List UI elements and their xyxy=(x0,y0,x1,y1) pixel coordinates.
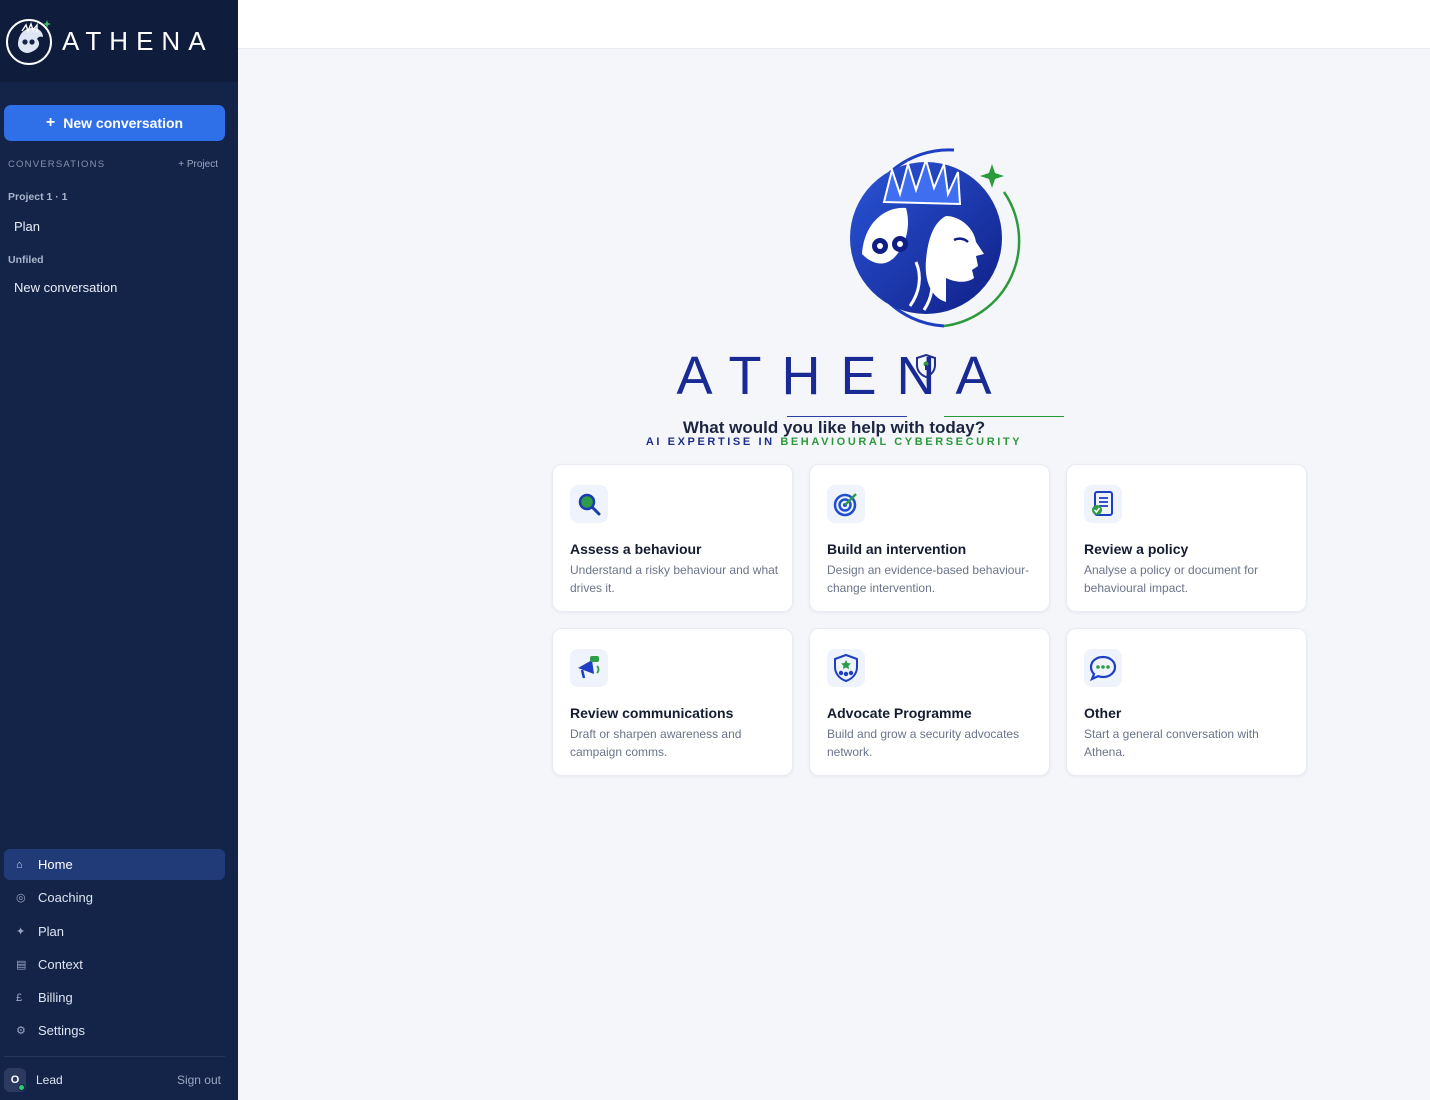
card-title: Advocate Programme xyxy=(827,705,972,721)
nav-label: Settings xyxy=(38,1023,85,1039)
brand-name: ATHENA xyxy=(62,25,214,56)
nav-label: Home xyxy=(38,857,73,872)
chat-bubble-icon xyxy=(1084,649,1122,687)
card-title: Build an intervention xyxy=(827,541,967,557)
card-description: Build and grow a security advocates netw… xyxy=(827,727,1020,759)
policy-document-icon xyxy=(1084,485,1122,523)
magnifier-icon xyxy=(570,485,608,523)
conversations-header: CONVERSATIONS + Project xyxy=(8,159,218,170)
online-status-dot xyxy=(18,1084,25,1091)
card-other[interactable]: Other Start a general conversation with … xyxy=(1066,628,1307,776)
nav-item-context[interactable]: ▤ Context xyxy=(4,949,225,980)
card-description: Analyse a policy or document for behavio… xyxy=(1084,563,1259,595)
card-description: Design an evidence-based behaviour-chang… xyxy=(827,563,1030,595)
target-icon xyxy=(827,485,865,523)
card-review-policy[interactable]: Review a policy Analyse a policy or docu… xyxy=(1066,464,1307,612)
conversation-item[interactable]: New conversation xyxy=(14,280,117,295)
document-icon: ▤ xyxy=(16,958,27,971)
sidebar-nav: ⌂ Home ◎ Coaching ✦ Plan ▤ Context £ Bil… xyxy=(4,849,225,1049)
new-conversation-button[interactable]: + New conversation xyxy=(4,105,225,141)
advocate-badge-icon xyxy=(827,649,865,687)
nav-item-coaching[interactable]: ◎ Coaching xyxy=(4,882,225,913)
nav-item-billing[interactable]: £ Billing xyxy=(4,982,225,1013)
prompt-question: What would you like help with today? xyxy=(682,418,986,437)
plus-icon: + xyxy=(45,114,56,131)
card-title: Assess a behaviour xyxy=(570,541,702,557)
card-description: Understand a risky behaviour and what dr… xyxy=(570,563,779,595)
nav-item-home[interactable]: ⌂ Home xyxy=(4,849,225,880)
sidebar-header: ATHENA xyxy=(0,0,238,82)
card-description: Start a general conversation with Athena… xyxy=(1084,727,1259,759)
group-title-project[interactable]: Project 1 · 1 xyxy=(8,191,68,203)
sidebar-divider xyxy=(4,1056,225,1057)
shield-lock-icon xyxy=(916,353,936,379)
card-description: Draft or sharpen awareness and campaign … xyxy=(570,727,742,759)
card-title: Review communications xyxy=(570,705,734,721)
pound-icon: £ xyxy=(16,991,23,1004)
megaphone-icon xyxy=(570,649,608,687)
coaching-icon: ◎ xyxy=(16,892,26,905)
conversations-label: CONVERSATIONS xyxy=(8,159,106,170)
brand-underline-right xyxy=(944,416,1064,417)
card-title: Other xyxy=(1084,705,1122,721)
sign-out-link[interactable]: Sign out xyxy=(177,1073,221,1087)
sparkle-icon: ✦ xyxy=(16,925,26,938)
top-bar xyxy=(238,0,1430,49)
card-review-communications[interactable]: Review communications Draft or sharpen a… xyxy=(552,628,793,776)
card-assess-behaviour[interactable]: Assess a behaviour Understand a risky be… xyxy=(552,464,793,612)
home-icon: ⌂ xyxy=(16,858,23,871)
card-advocate-programme[interactable]: Advocate Programme Build and grow a secu… xyxy=(809,628,1050,776)
athena-logo-icon xyxy=(6,19,52,65)
conversation-item[interactable]: Plan xyxy=(14,219,40,234)
brand-wordmark: ATHENA xyxy=(676,346,1012,406)
brand-underline-left xyxy=(787,416,907,417)
new-conversation-label: New conversation xyxy=(63,115,184,131)
card-title: Review a policy xyxy=(1084,541,1189,557)
nav-label: Plan xyxy=(38,923,65,939)
athena-hero-logo-icon xyxy=(850,148,1021,328)
nav-label: Coaching xyxy=(38,890,93,906)
user-name: Lead xyxy=(36,1073,63,1087)
nav-item-plan[interactable]: ✦ Plan xyxy=(4,916,225,947)
add-project-button[interactable]: + Project xyxy=(178,159,218,170)
nav-label: Context xyxy=(38,956,83,972)
nav-item-settings[interactable]: ⚙ Settings xyxy=(4,1015,225,1046)
card-build-intervention[interactable]: Build an intervention Design an evidence… xyxy=(809,464,1050,612)
nav-label: Billing xyxy=(38,990,73,1006)
avatar[interactable]: O xyxy=(4,1068,26,1092)
user-footer: O Lead Sign out xyxy=(4,1067,225,1093)
gear-icon: ⚙ xyxy=(16,1025,26,1038)
group-title-unfiled: Unfiled xyxy=(8,254,44,266)
sidebar: ATHENA + New conversation CONVERSATIONS … xyxy=(0,0,238,1100)
main-content: ATHENA AI EXPERTISE IN BEHAVIOURAL CYBER… xyxy=(238,50,1430,1100)
